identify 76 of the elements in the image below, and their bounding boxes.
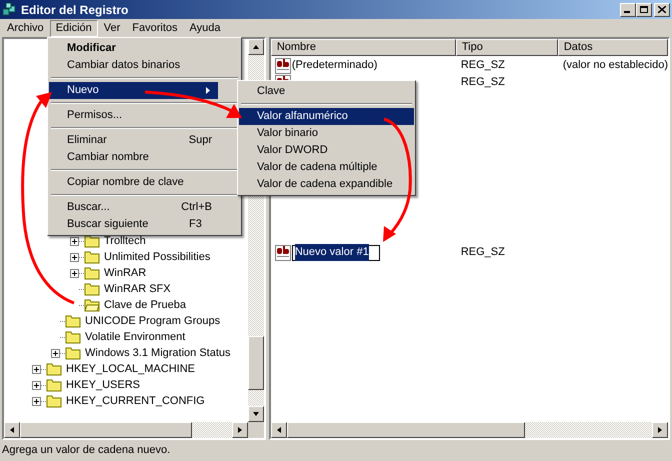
- close-button[interactable]: [654, 2, 670, 16]
- scroll-right-button[interactable]: [232, 422, 248, 438]
- arrow-left-icon: [274, 426, 283, 434]
- menu-item[interactable]: Valor binario: [239, 125, 414, 142]
- menu-item[interactable]: Buscar... Ctrl+B: [49, 199, 218, 216]
- expand-icon[interactable]: [70, 236, 79, 246]
- menu-bar-item[interactable]: Archivo: [1, 20, 50, 36]
- scroll-up-button[interactable]: [248, 39, 264, 55]
- expand-icon[interactable]: [70, 268, 79, 278]
- scroll-down-button[interactable]: [248, 406, 264, 422]
- menu-item[interactable]: Valor DWORD: [239, 142, 414, 159]
- status-text: Agrega un valor de cadena nuevo.: [2, 443, 170, 458]
- menu-item[interactable]: Cambiar nombre: [49, 149, 218, 166]
- value-type: REG_SZ: [460, 245, 506, 260]
- expand-icon[interactable]: [32, 364, 41, 374]
- menu-item[interactable]: Eliminar Supr: [49, 132, 218, 149]
- tree-item[interactable]: Clave de Prueba: [103, 296, 187, 314]
- arrow-up-icon: [252, 43, 260, 51]
- string-value-icon: [274, 244, 291, 260]
- menu-bar-item[interactable]: Ayuda: [184, 20, 227, 36]
- menu-bar-item[interactable]: Edición: [50, 20, 98, 36]
- expand-icon[interactable]: [32, 380, 41, 390]
- column-header[interactable]: Nombre: [270, 39, 456, 56]
- menu-item[interactable]: Modificar: [49, 40, 218, 57]
- expand-icon[interactable]: [32, 396, 41, 406]
- tree-item[interactable]: HKEY_USERS: [65, 376, 141, 394]
- arrow-right-icon: [656, 426, 664, 434]
- maximize-button[interactable]: [636, 2, 652, 16]
- tree-item[interactable]: UNICODE Program Groups: [84, 312, 222, 330]
- menu-item[interactable]: Valor de cadena múltiple: [239, 159, 414, 176]
- submenu-arrow-icon: [206, 87, 210, 94]
- value-type: REG_SZ: [460, 75, 506, 90]
- menu-item[interactable]: Cambiar datos binarios: [49, 57, 218, 74]
- tree-item[interactable]: HKEY_CURRENT_CONFIG: [65, 392, 206, 410]
- scroll-right-button[interactable]: [652, 422, 668, 438]
- close-icon: [658, 6, 666, 13]
- scroll-thumb[interactable]: [20, 422, 192, 438]
- window-title: Editor del Registro: [21, 2, 128, 18]
- menu-item[interactable]: Nuevo: [49, 82, 218, 99]
- value-data: (valor no establecido): [562, 58, 668, 74]
- arrow-right-icon: [236, 426, 244, 434]
- arrow-left-icon: [8, 426, 16, 434]
- scroll-thumb[interactable]: [286, 422, 525, 438]
- menu-item[interactable]: Copiar nombre de clave: [49, 174, 218, 191]
- tree-item[interactable]: Windows 3.1 Migration Status: [84, 344, 232, 362]
- column-header[interactable]: Datos: [558, 39, 668, 56]
- tree-item[interactable]: Trolltech: [103, 232, 147, 250]
- scroll-left-button[interactable]: [4, 422, 20, 438]
- value-type: REG_SZ: [460, 58, 506, 74]
- menu-item[interactable]: Permisos...: [49, 107, 218, 124]
- menu-item[interactable]: Buscar siguiente F3: [49, 216, 218, 233]
- string-value-icon: [274, 58, 291, 74]
- column-header[interactable]: Tipo: [456, 39, 558, 56]
- menu-bar-item[interactable]: Favoritos: [126, 20, 184, 36]
- value-name[interactable]: (Predeterminado): [292, 57, 378, 74]
- scrollbar-corner: [248, 422, 264, 438]
- horizontal-scrollbar[interactable]: [4, 422, 248, 438]
- rename-field[interactable]: Nuevo valor #1: [292, 244, 380, 260]
- scroll-thumb[interactable]: [248, 336, 264, 390]
- expand-icon[interactable]: [51, 348, 60, 358]
- tree-item[interactable]: WinRAR: [103, 264, 148, 282]
- expand-icon[interactable]: [70, 252, 79, 262]
- tree-item[interactable]: Unlimited Possibilities: [103, 248, 212, 266]
- menu-item[interactable]: Valor de cadena expandible: [239, 176, 414, 193]
- minimize-button[interactable]: [620, 2, 636, 16]
- menu-item[interactable]: Valor alfanumérico: [239, 108, 414, 125]
- menu-item[interactable]: Clave: [239, 83, 414, 100]
- tree-item[interactable]: HKEY_LOCAL_MACHINE: [65, 360, 196, 378]
- menu-bar-item[interactable]: Ver: [98, 20, 126, 36]
- cubes-icon: [2, 2, 18, 18]
- horizontal-scrollbar[interactable]: [270, 422, 668, 438]
- tree-item[interactable]: Volatile Environment: [84, 328, 186, 346]
- scroll-left-button[interactable]: [270, 422, 287, 438]
- tree-item[interactable]: WinRAR SFX: [103, 280, 172, 298]
- arrow-down-icon: [252, 410, 260, 418]
- maximize-icon: [640, 6, 648, 13]
